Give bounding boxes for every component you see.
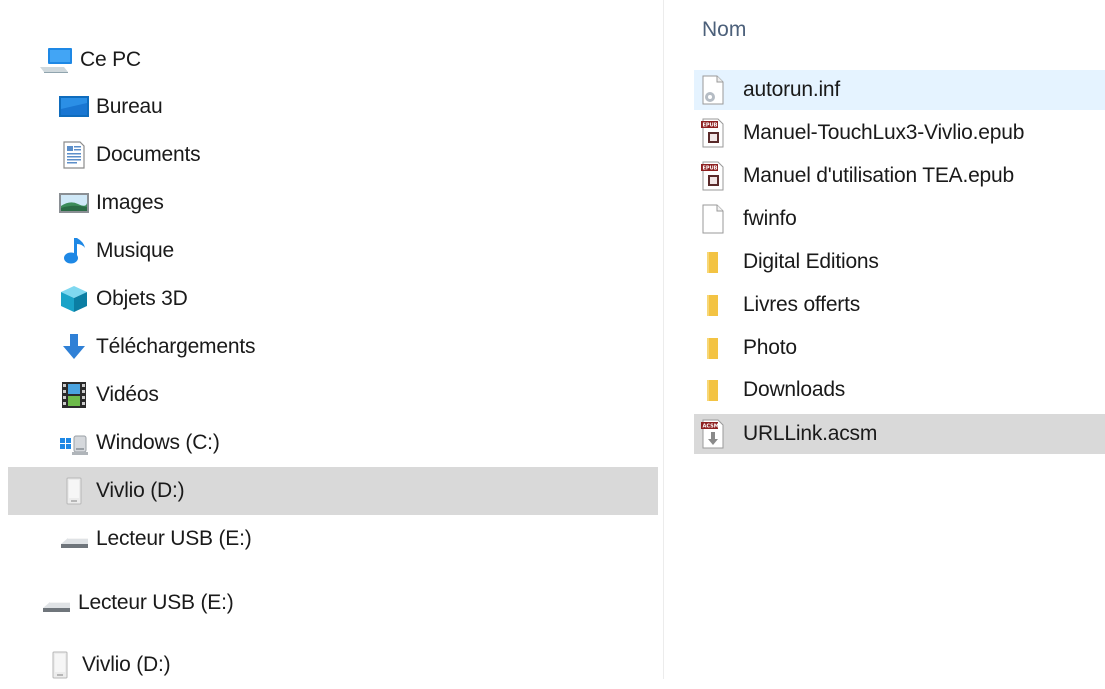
nav-item-bureau[interactable]: Bureau <box>58 83 658 131</box>
file-name: Photo <box>743 336 797 359</box>
nav-item-telechargements[interactable]: Téléchargements <box>58 323 658 371</box>
file-row-folder[interactable]: Downloads <box>694 370 1105 410</box>
nav-item-label: Téléchargements <box>96 335 256 358</box>
settings-file-icon <box>700 75 730 105</box>
pictures-icon <box>58 190 90 216</box>
folder-icon <box>700 375 730 405</box>
nav-item-label: Windows (C:) <box>96 431 220 454</box>
folder-icon <box>700 247 730 277</box>
nav-item-label: Bureau <box>96 95 163 118</box>
nav-item-windows-c[interactable]: Windows (C:) <box>58 419 658 467</box>
file-row-folder[interactable]: Livres offerts <box>694 285 1105 325</box>
3d-objects-icon <box>58 284 90 314</box>
usb-drive-icon <box>58 524 90 554</box>
videos-icon <box>58 380 90 410</box>
desktop-icon <box>58 94 90 120</box>
file-row-autorun[interactable]: autorun.inf <box>694 70 1105 110</box>
downloads-icon <box>58 332 90 362</box>
folder-icon <box>700 333 730 363</box>
nav-item-lecteur-usb-e-root[interactable]: Lecteur USB (E:) <box>40 579 658 627</box>
nav-item-ce-pc[interactable]: Ce PC <box>38 36 658 84</box>
file-name: Downloads <box>743 378 846 401</box>
nav-item-musique[interactable]: Musique <box>58 227 658 275</box>
nav-item-images[interactable]: Images <box>58 179 658 227</box>
file-name: autorun.inf <box>743 78 841 101</box>
acsm-file-icon: ACSM <box>700 419 730 449</box>
nav-item-label: Objets 3D <box>96 287 188 310</box>
nav-item-label: Lecteur USB (E:) <box>78 591 234 614</box>
nav-item-label: Documents <box>96 143 201 166</box>
music-icon <box>58 236 90 266</box>
folder-icon <box>700 290 730 320</box>
ereader-drive-icon <box>58 476 90 506</box>
nav-item-documents[interactable]: Documents <box>58 131 658 179</box>
nav-item-label: Lecteur USB (E:) <box>96 527 252 550</box>
file-name: Manuel-TouchLux3-Vivlio.epub <box>743 121 1025 144</box>
nav-item-label: Musique <box>96 239 174 262</box>
computer-icon <box>38 45 74 75</box>
file-name: Manuel d'utilisation TEA.epub <box>743 164 1014 187</box>
nav-item-lecteur-usb-e[interactable]: Lecteur USB (E:) <box>58 515 658 563</box>
file-row-folder[interactable]: Photo <box>694 328 1105 368</box>
file-name: Digital Editions <box>743 250 879 273</box>
nav-item-label: Vivlio (D:) <box>96 479 185 502</box>
windows-drive-icon <box>58 428 90 458</box>
file-name: URLLink.acsm <box>743 422 878 445</box>
epub-file-icon: EPUB <box>700 161 730 191</box>
file-name: Livres offerts <box>743 293 861 316</box>
nav-item-label: Vivlio (D:) <box>82 653 171 676</box>
nav-item-label: Ce PC <box>80 48 141 71</box>
nav-item-vivlio-d-root[interactable]: Vivlio (D:) <box>44 641 658 689</box>
navigation-pane: Ce PC Bureau Documents Images Musique Ob… <box>0 0 660 679</box>
epub-tag-text: EPUB <box>703 123 718 129</box>
file-row-acsm[interactable]: ACSM URLLink.acsm <box>694 414 1105 454</box>
nav-item-vivlio-d[interactable]: Vivlio (D:) <box>8 467 658 515</box>
column-header-name[interactable]: Nom <box>702 18 746 42</box>
nav-item-objets-3d[interactable]: Objets 3D <box>58 275 658 323</box>
blank-file-icon <box>700 204 730 234</box>
acsm-tag-text: ACSM <box>703 424 719 430</box>
file-row-epub[interactable]: EPUB Manuel-TouchLux3-Vivlio.epub <box>694 113 1105 153</box>
nav-item-label: Images <box>96 191 164 214</box>
nav-item-videos[interactable]: Vidéos <box>58 371 658 419</box>
file-row-folder[interactable]: Digital Editions <box>694 242 1105 282</box>
usb-drive-icon <box>40 588 72 618</box>
epub-file-icon: EPUB <box>700 118 730 148</box>
file-name: fwinfo <box>743 207 797 230</box>
documents-icon <box>58 140 90 170</box>
file-row-fwinfo[interactable]: fwinfo <box>694 199 1105 239</box>
ereader-drive-icon <box>44 650 76 680</box>
file-row-epub[interactable]: EPUB Manuel d'utilisation TEA.epub <box>694 156 1105 196</box>
nav-item-label: Vidéos <box>96 383 159 406</box>
epub-tag-text: EPUB <box>703 166 718 172</box>
